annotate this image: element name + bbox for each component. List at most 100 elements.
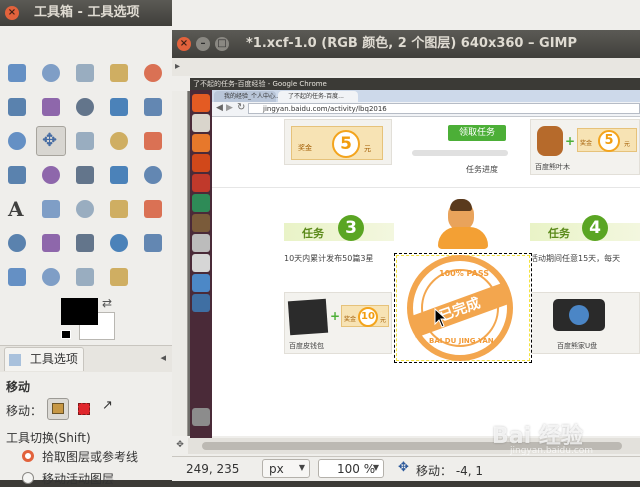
tool-scale[interactable] <box>2 160 32 190</box>
default-colors-icon[interactable] <box>61 330 71 339</box>
foreground-color[interactable] <box>61 298 98 325</box>
tool-dodge-burn[interactable] <box>104 262 134 292</box>
tool-perspective[interactable] <box>70 160 100 190</box>
plus-icon: + <box>565 134 576 148</box>
tool-paths[interactable] <box>70 92 100 122</box>
navigate-icon[interactable]: ✥ <box>172 440 188 454</box>
tool-foreground-select[interactable] <box>36 92 66 122</box>
plus-icon: + <box>330 309 341 323</box>
launcher-monitor-icon <box>192 294 210 312</box>
tool-ink[interactable] <box>70 228 100 258</box>
menubar: ▸ <box>172 58 640 76</box>
close-icon[interactable]: × <box>177 37 191 51</box>
tab-tool-options[interactable]: 工具选项 <box>4 347 84 371</box>
paths-icon <box>76 98 94 116</box>
tool-paintbrush[interactable] <box>138 194 168 224</box>
tool-bucket-fill[interactable] <box>36 194 66 224</box>
scale-icon <box>8 166 26 184</box>
tool-text[interactable]: A <box>2 194 32 224</box>
coupon-1-unit: 元 <box>364 145 371 153</box>
tab-menu-icon[interactable]: ◂ <box>160 351 166 364</box>
paintbrush-icon <box>144 200 162 218</box>
mouse-cursor-icon <box>434 308 448 328</box>
tool-rotate[interactable] <box>138 126 168 156</box>
perspective-icon <box>76 166 94 184</box>
move-path-button[interactable]: ↗ <box>102 398 113 413</box>
radio-pick-layer[interactable] <box>22 450 34 462</box>
tool-fuzzy-select[interactable] <box>104 58 134 88</box>
bucket-fill-icon <box>42 200 60 218</box>
image-menu-arrow-icon[interactable]: ▸ <box>175 61 180 72</box>
stamp-top-text: 100% PASS <box>439 269 489 278</box>
tool-pencil[interactable] <box>104 194 134 224</box>
launcher-chromium-icon <box>192 194 210 212</box>
tool-ellipse-select[interactable] <box>36 58 66 88</box>
minimize-icon[interactable]: – <box>196 37 210 51</box>
back-icon: ◀ <box>216 103 223 113</box>
ellipse-select-icon <box>42 64 60 82</box>
embedded-launcher <box>190 90 212 440</box>
tool-airbrush[interactable] <box>36 228 66 258</box>
tool-rect-select[interactable] <box>2 58 32 88</box>
tool-perspective-clone[interactable] <box>2 262 32 292</box>
wallet-icon <box>287 298 329 336</box>
tool-zoom[interactable] <box>138 92 168 122</box>
tool-eraser[interactable] <box>2 228 32 258</box>
move-layer-button[interactable] <box>47 398 69 420</box>
reload-icon: ↻ <box>237 102 246 113</box>
toolbox-titlebar: × 工具箱 - 工具选项 <box>0 0 172 26</box>
completed-stamp: 100% PASS 已完成 BAI DU JING YAN <box>407 255 513 361</box>
coupon-1-amount: 5 <box>332 130 360 158</box>
coupon-3: 奖金 10 元 <box>341 305 389 327</box>
color-select-icon <box>144 64 162 82</box>
coupon-2-label: 奖金 <box>580 140 593 147</box>
embedded-chrome-title-text: 了不起的任务-百度经验 - Google Chrome <box>193 80 327 88</box>
forward-icon: ▶ <box>226 103 233 113</box>
tool-move[interactable]: ✥ <box>36 126 66 156</box>
zoom-select[interactable]: 100 % ▼ <box>318 459 384 478</box>
smudge-icon <box>76 268 94 286</box>
floating-layer-selection[interactable]: 100% PASS 已完成 BAI DU JING YAN <box>394 253 532 363</box>
reward-card-1: 奖金 5 元 <box>284 119 392 165</box>
tool-heal[interactable] <box>138 228 168 258</box>
tool-blend[interactable] <box>70 194 100 224</box>
tool-crop[interactable] <box>104 126 134 156</box>
tool-smudge[interactable] <box>70 262 100 292</box>
tool-measure[interactable] <box>2 126 32 156</box>
tool-clone[interactable] <box>104 228 134 258</box>
radio-move-active[interactable] <box>22 472 34 484</box>
stamp-bottom-text: BAI DU JING YAN <box>429 337 494 345</box>
coupon-2-amount: 5 <box>598 130 620 152</box>
launcher-gimp-icon <box>192 214 210 232</box>
section-divider <box>212 187 640 188</box>
launcher-firefox-icon <box>192 134 210 152</box>
tool-align[interactable] <box>70 126 100 156</box>
tool-free-select[interactable] <box>70 58 100 88</box>
tool-scissors-select[interactable] <box>2 92 32 122</box>
move-selection-button[interactable] <box>78 403 90 415</box>
fuzzy-select-icon <box>110 64 128 82</box>
cage-transform-icon <box>144 166 162 184</box>
launcher-settings-icon <box>192 274 210 292</box>
tool-shear[interactable] <box>36 160 66 190</box>
close-icon[interactable]: × <box>5 6 19 20</box>
blend-icon <box>76 200 94 218</box>
tool-cage-transform[interactable] <box>138 160 168 190</box>
vertical-ruler[interactable] <box>172 91 188 436</box>
radio-pick-label: 拾取图层或参考线 <box>42 450 139 464</box>
swap-colors-icon[interactable]: ⇄ <box>102 296 112 310</box>
eraser-icon <box>8 234 26 252</box>
tool-color-select[interactable] <box>138 58 168 88</box>
task3-label: 任务 <box>302 227 324 240</box>
pencil-icon <box>110 200 128 218</box>
maximize-icon[interactable]: □ <box>215 37 229 51</box>
status-bar: 249, 235 px ▼ 100 % ▼ ✥ 移动： -4, 1 <box>172 456 640 481</box>
task3-number: 3 <box>338 215 364 241</box>
move-tool-icon: ✥ <box>398 460 409 475</box>
tool-flip[interactable] <box>104 160 134 190</box>
tool-color-picker[interactable] <box>104 92 134 122</box>
unit-select[interactable]: px ▼ <box>262 459 310 478</box>
mascot-body <box>438 227 488 249</box>
tool-blur[interactable] <box>36 262 66 292</box>
toolbox-title: 工具箱 - 工具选项 <box>34 5 140 20</box>
